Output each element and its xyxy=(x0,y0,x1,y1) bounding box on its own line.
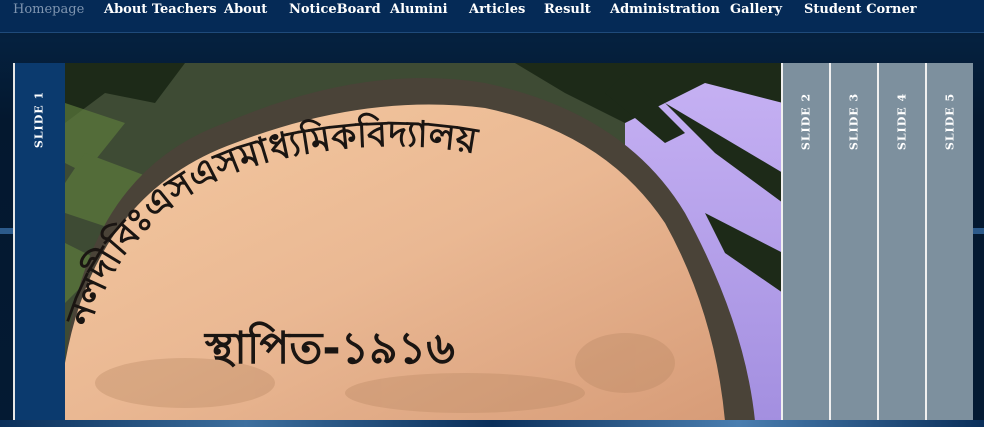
established-inscription: স্থাপিত-১৯১৬ xyxy=(203,321,455,374)
nav-item-noticeboard[interactable]: NoticeBoard xyxy=(289,2,381,17)
nav-item-alumini[interactable]: Alumini xyxy=(390,2,448,17)
nav-item-student-corner[interactable]: Student Corner xyxy=(804,2,917,17)
top-navigation-bar: Homepage About Teachers About NoticeBoar… xyxy=(0,0,984,33)
slide-tab-2-label: SLIDE 2 xyxy=(799,92,813,151)
slide-tab-3[interactable]: SLIDE 3 xyxy=(829,63,877,427)
nav-item-about[interactable]: About xyxy=(224,2,267,17)
nav-item-gallery[interactable]: Gallery xyxy=(730,2,782,17)
slide-tab-3-label: SLIDE 3 xyxy=(847,92,861,151)
left-edge-strip xyxy=(0,228,13,234)
nav-item-about-teachers[interactable]: About Teachers xyxy=(104,2,217,17)
school-gate-photo: নলদীবিঃএসএসমাধ্যমিকবিদ্যালয় স্থাপিত-১৯১… xyxy=(65,63,783,421)
slide-1-image: নলদীবিঃএসএসমাধ্যমিকবিদ্যালয় স্থাপিত-১৯১… xyxy=(65,63,783,421)
bottom-decorative-band xyxy=(0,420,984,427)
slide-tab-5[interactable]: SLIDE 5 xyxy=(925,63,973,427)
slide-tab-1[interactable]: SLIDE 1 লদীবিঃএসএসমাধ্যমিকবিদ্যালয় স্থা… xyxy=(13,63,783,427)
nav-item-administration[interactable]: Administration xyxy=(610,2,720,17)
nav-item-articles[interactable]: Articles xyxy=(469,2,525,17)
slide-tab-1-label: SLIDE 1 xyxy=(32,90,46,149)
slide-tab-2[interactable]: SLIDE 2 xyxy=(781,63,829,427)
slide-tab-1-handle[interactable]: SLIDE 1 xyxy=(15,63,63,427)
right-edge-strip xyxy=(973,228,984,234)
accordion-slider: SLIDE 1 লদীবিঃএসএসমাধ্যমিকবিদ্যালয় স্থা… xyxy=(13,63,973,427)
slide-tab-4-label: SLIDE 4 xyxy=(895,92,909,151)
nav-item-homepage[interactable]: Homepage xyxy=(13,2,84,17)
slide-tab-5-label: SLIDE 5 xyxy=(943,92,957,151)
nav-item-result[interactable]: Result xyxy=(544,2,591,17)
slide-tab-4[interactable]: SLIDE 4 xyxy=(877,63,925,427)
